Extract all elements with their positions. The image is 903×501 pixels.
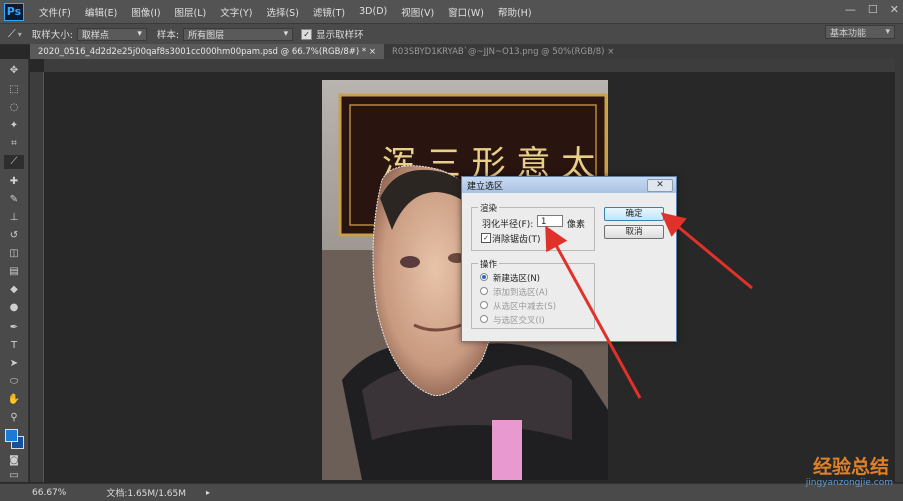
close-window-button[interactable]: ✕: [890, 3, 899, 16]
menu-type[interactable]: 文字(Y): [213, 5, 259, 19]
subtract-from-selection-label: 从选区中减去(S): [493, 302, 557, 312]
add-to-selection-radio[interactable]: [480, 287, 488, 295]
document-size: 文档:1.65M/1.65M: [106, 489, 187, 499]
watermark-url: jingyanzongjie.com: [805, 478, 893, 488]
feather-unit-label: 像素: [567, 220, 586, 230]
intersect-selection-radio[interactable]: [480, 315, 488, 323]
feather-radius-label: 羽化半径(F):: [482, 220, 534, 230]
dialog-close-button[interactable]: ✕: [647, 179, 673, 192]
lasso-tool-icon[interactable]: ◌: [4, 101, 24, 115]
photoshop-logo: Ps: [4, 2, 24, 21]
show-ring-checkbox[interactable]: ✓: [301, 28, 313, 40]
watermark-logo: 经验总结: [812, 456, 889, 478]
vertical-ruler: [30, 72, 44, 482]
menu-image[interactable]: 图像(I): [124, 5, 167, 19]
workspace-value: 基本功能: [830, 28, 867, 39]
vertical-scrollbar[interactable]: [895, 59, 903, 482]
render-group-title: 渲染: [478, 202, 500, 214]
intersect-selection-label: 与选区交叉(I): [493, 316, 545, 326]
tab-png-document[interactable]: R03SBYD1KRYAB`@~JJN~O13.png @ 50%(RGB/8)…: [384, 44, 622, 59]
crop-tool-icon[interactable]: ⌗: [4, 137, 24, 151]
move-tool-icon[interactable]: ✥: [4, 64, 24, 78]
eyedropper-tool-icon[interactable]: ⟋: [8, 27, 16, 41]
tools-panel: ✥ ⬚ ◌ ✦ ⌗ ⟋ ✚ ✎ ⊥ ↺ ◫ ▤ ◆ ● ✒ T ➤ ⬭ ✋ ⚲ …: [0, 59, 29, 482]
sample-size-select[interactable]: 取样点 ▾: [76, 27, 147, 41]
status-bar: 66.67% 文档:1.65M/1.65M ▸: [0, 483, 903, 501]
menu-select[interactable]: 选择(S): [259, 5, 305, 19]
menu-filter[interactable]: 滤镜(T): [306, 5, 352, 19]
eyedropper-tool-icon[interactable]: ⟋: [4, 155, 24, 169]
foreground-color-swatch[interactable]: [5, 429, 18, 442]
path-selection-tool-icon[interactable]: ➤: [4, 357, 24, 371]
hand-tool-icon[interactable]: ✋: [4, 393, 24, 407]
tool-preset-arrow-icon[interactable]: ▾: [18, 30, 22, 39]
sample-label: 样本:: [156, 30, 180, 41]
healing-brush-tool-icon[interactable]: ✚: [4, 175, 24, 189]
sample-size-value: 取样点: [81, 30, 109, 41]
menu-edit[interactable]: 编辑(E): [78, 5, 124, 19]
quick-mask-icon[interactable]: ◙: [4, 454, 24, 468]
zoom-tool-icon[interactable]: ⚲: [4, 411, 24, 425]
tab-psd-document[interactable]: 2020_0516_4d2d2e25j00qaf8s3001cc000hm00p…: [30, 44, 384, 59]
add-to-selection-label: 添加到选区(A): [493, 288, 548, 298]
sample-value: 所有图层: [188, 30, 225, 41]
ok-button[interactable]: 确定: [604, 207, 664, 221]
sample-size-label: 取样大小:: [31, 30, 73, 41]
document-tabs: 2020_0516_4d2d2e25j00qaf8s3001cc000hm00p…: [30, 44, 903, 59]
dodge-tool-icon[interactable]: ●: [4, 301, 24, 315]
menu-file[interactable]: 文件(F): [32, 5, 78, 19]
screen-mode-icon[interactable]: ▭: [4, 469, 24, 483]
zoom-level[interactable]: 66.67%: [32, 488, 66, 498]
magic-wand-tool-icon[interactable]: ✦: [4, 119, 24, 133]
operation-group: 操作 新建选区(N) 添加到选区(A) 从选区中减去(S) 与选区交叉(I): [471, 258, 595, 329]
maximize-button[interactable]: ☐: [868, 3, 878, 16]
sample-select[interactable]: 所有图层 ▾: [183, 27, 294, 41]
menu-layer[interactable]: 图层(L): [168, 5, 214, 19]
eraser-tool-icon[interactable]: ◫: [4, 247, 24, 261]
operation-group-title: 操作: [478, 258, 500, 270]
type-tool-icon[interactable]: T: [4, 339, 24, 353]
dialog-title: 建立选区: [467, 181, 504, 192]
history-brush-tool-icon[interactable]: ↺: [4, 229, 24, 243]
gradient-tool-icon[interactable]: ▤: [4, 265, 24, 279]
menu-bar: Ps 文件(F) 编辑(E) 图像(I) 图层(L) 文字(Y) 选择(S) 滤…: [0, 0, 903, 23]
clone-stamp-tool-icon[interactable]: ⊥: [4, 211, 24, 225]
new-selection-label: 新建选区(N): [493, 274, 540, 284]
dialog-titlebar[interactable]: 建立选区 ✕: [462, 177, 676, 193]
menu-window[interactable]: 窗口(W): [441, 5, 491, 19]
window-controls: — ☐ ✕: [845, 3, 899, 16]
blur-tool-icon[interactable]: ◆: [4, 283, 24, 297]
shape-tool-icon[interactable]: ⬭: [4, 375, 24, 389]
pen-tool-icon[interactable]: ✒: [4, 321, 24, 335]
workspace-select[interactable]: 基本功能 ▾: [825, 25, 895, 39]
menu-help[interactable]: 帮助(H): [491, 5, 539, 19]
new-selection-radio[interactable]: [480, 273, 488, 281]
antialias-label: 消除锯齿(T): [492, 235, 541, 245]
subtract-from-selection-radio[interactable]: [480, 301, 488, 309]
options-bar: ⟋ ▾ 取样大小: 取样点 ▾ 样本: 所有图层 ▾ ✓ 显示取样环: [0, 23, 903, 45]
chevron-down-icon: ▾: [283, 29, 289, 39]
chevron-down-icon: ▾: [885, 27, 890, 37]
feather-radius-input[interactable]: 1: [537, 215, 563, 227]
cancel-button[interactable]: 取消: [604, 225, 664, 239]
status-arrow-icon[interactable]: ▸: [206, 488, 210, 497]
marquee-tool-icon[interactable]: ⬚: [4, 83, 24, 97]
menu-3d[interactable]: 3D(D): [352, 6, 394, 17]
minimize-button[interactable]: —: [845, 3, 856, 16]
make-selection-dialog: 建立选区 ✕ 渲染 羽化半径(F): 1 像素 ✓ 消除锯齿(T) 操作 新建选…: [461, 176, 677, 342]
render-group: 渲染 羽化半径(F): 1 像素 ✓ 消除锯齿(T): [471, 202, 595, 251]
show-ring-label: 显示取样环: [316, 30, 364, 41]
chevron-down-icon: ▾: [137, 29, 142, 39]
antialias-checkbox[interactable]: ✓: [481, 233, 491, 243]
brush-tool-icon[interactable]: ✎: [4, 193, 24, 207]
horizontal-ruler: [44, 59, 895, 73]
menu-view[interactable]: 视图(V): [394, 5, 441, 19]
